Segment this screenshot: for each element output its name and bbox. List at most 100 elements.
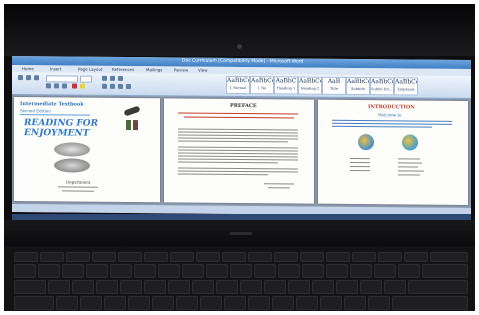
keyboard-key (86, 264, 108, 278)
keyboard-key (344, 296, 366, 310)
copy-icon[interactable] (34, 75, 39, 81)
keyboard-key (96, 280, 118, 294)
keyboard-key (240, 280, 262, 294)
laptop-photo: Doc Curriculum [Compatibility Mode] - Mi… (4, 4, 475, 311)
style-normal[interactable]: AaBbCcDc 1 Normal (226, 75, 250, 95)
cover-disc-image (54, 158, 90, 173)
cover-book-icon (126, 119, 131, 131)
intro-list-line (350, 161, 370, 164)
intro-list-line (350, 165, 370, 168)
intro-list-line (398, 174, 420, 176)
style-subtitle[interactable]: AaBbCc. Subtitle (346, 76, 370, 96)
tab-insert[interactable]: Insert (50, 66, 61, 71)
keyboard-key (248, 296, 270, 310)
page-introduction[interactable]: INTRODUCTION Welcome to (318, 99, 468, 205)
style-title[interactable]: AaB Title (322, 76, 346, 95)
font-color-icon[interactable] (72, 83, 77, 89)
page-preface[interactable]: PREFACE (164, 98, 314, 204)
font-size-box[interactable] (80, 75, 92, 83)
keyboard-key (118, 252, 142, 262)
keyboard-key (158, 264, 180, 278)
style-sample: AaBbCc. (347, 77, 370, 86)
keyboard-key (288, 280, 310, 294)
style-name: Subtle Em... (371, 87, 393, 92)
style-name: 1 No Spaci... (255, 86, 268, 94)
keyboard-key (110, 264, 132, 278)
intro-character-illustration (402, 134, 418, 151)
keyboard-key (168, 280, 190, 294)
cover-pen-illustration (123, 105, 141, 117)
keyboard-key (216, 280, 238, 294)
keyboard-key (170, 252, 194, 262)
bullets-icon[interactable] (102, 75, 107, 81)
webcam (237, 44, 242, 49)
keyboard-key (384, 280, 406, 294)
tab-review[interactable]: Review (174, 67, 188, 72)
keyboard-key (62, 264, 84, 278)
keyboard-key (66, 252, 90, 262)
italic-icon[interactable] (54, 83, 59, 89)
style-sample: AaBbC (275, 77, 297, 85)
cover-title-line1: READING FOR (24, 118, 99, 129)
laptop-brand-logo (230, 232, 252, 235)
style-emphasis[interactable]: AaBbCcDc Emphasis (394, 77, 418, 96)
tab-references[interactable]: References (112, 67, 134, 72)
style-name: Heading 2 (300, 86, 320, 91)
style-sample: AaBbCcDc (227, 76, 250, 85)
laptop-screen: Doc Curriculum [Compatibility Mode] - Mi… (12, 55, 471, 217)
font-name-box[interactable] (46, 75, 78, 83)
keyboard-key (378, 252, 402, 262)
keyboard-key (56, 296, 78, 310)
cut-icon[interactable] (26, 75, 31, 81)
tab-view[interactable]: View (198, 68, 208, 73)
style-name: Heading 1 (276, 86, 296, 91)
align-right-icon[interactable] (118, 83, 123, 89)
keyboard-key (144, 280, 166, 294)
window-title: Doc Curriculum [Compatibility Mode] - Mi… (182, 58, 304, 65)
style-sample: AaBbCcDc (395, 78, 418, 86)
intro-heading: INTRODUCTION (368, 104, 415, 111)
keyboard-key (14, 252, 38, 262)
keyboard-key (38, 264, 60, 278)
cover-line (20, 114, 90, 116)
numbering-icon[interactable] (110, 75, 115, 81)
keyboard-key (40, 252, 64, 262)
align-center-icon[interactable] (110, 83, 115, 89)
justify-icon[interactable] (126, 83, 131, 90)
keyboard-key (326, 252, 350, 262)
preface-heading: PREFACE (230, 102, 257, 110)
keyboard-key (392, 296, 468, 310)
highlight-icon[interactable] (80, 83, 85, 89)
style-subtle-emphasis[interactable]: AaBbCcDc Subtle Em... (370, 77, 394, 96)
keyboard-key (14, 280, 46, 294)
cover-book-icon (133, 120, 138, 131)
style-no-spacing[interactable]: AaBbCcDc 1 No Spaci... (250, 76, 274, 95)
keyboard-key (296, 296, 318, 310)
preface-text-line (178, 140, 288, 143)
indent-icon[interactable] (118, 75, 123, 81)
style-sample: AaBbCc (299, 77, 322, 85)
keyboard-key (206, 264, 228, 278)
underline-icon[interactable] (62, 83, 67, 89)
cover-footer: Department (66, 179, 91, 185)
keyboard-key (350, 264, 372, 278)
keyboard-key (368, 296, 390, 310)
keyboard-key (422, 264, 468, 278)
paste-icon[interactable] (18, 75, 23, 81)
cover-heading: Intermediate Textbook (20, 101, 84, 108)
keyboard-key (200, 296, 222, 310)
preface-text-line (178, 167, 298, 170)
tab-page-layout[interactable]: Page Layout (78, 67, 103, 72)
style-name: 1 Normal (229, 85, 247, 91)
style-heading-1[interactable]: AaBbC Heading 1 (274, 76, 298, 95)
align-left-icon[interactable] (102, 83, 107, 89)
tab-home[interactable]: Home (22, 66, 34, 71)
page-cover[interactable]: Intermediate Textbook Second Edition REA… (14, 97, 160, 203)
bold-icon[interactable] (46, 83, 51, 89)
keyboard-key (128, 296, 150, 310)
keyboard-key (120, 280, 142, 294)
keyboard-key (104, 296, 126, 310)
tab-mailings[interactable]: Mailings (146, 67, 162, 72)
intro-list-line (398, 162, 422, 164)
style-heading-2[interactable]: AaBbCc Heading 2 (298, 76, 322, 95)
